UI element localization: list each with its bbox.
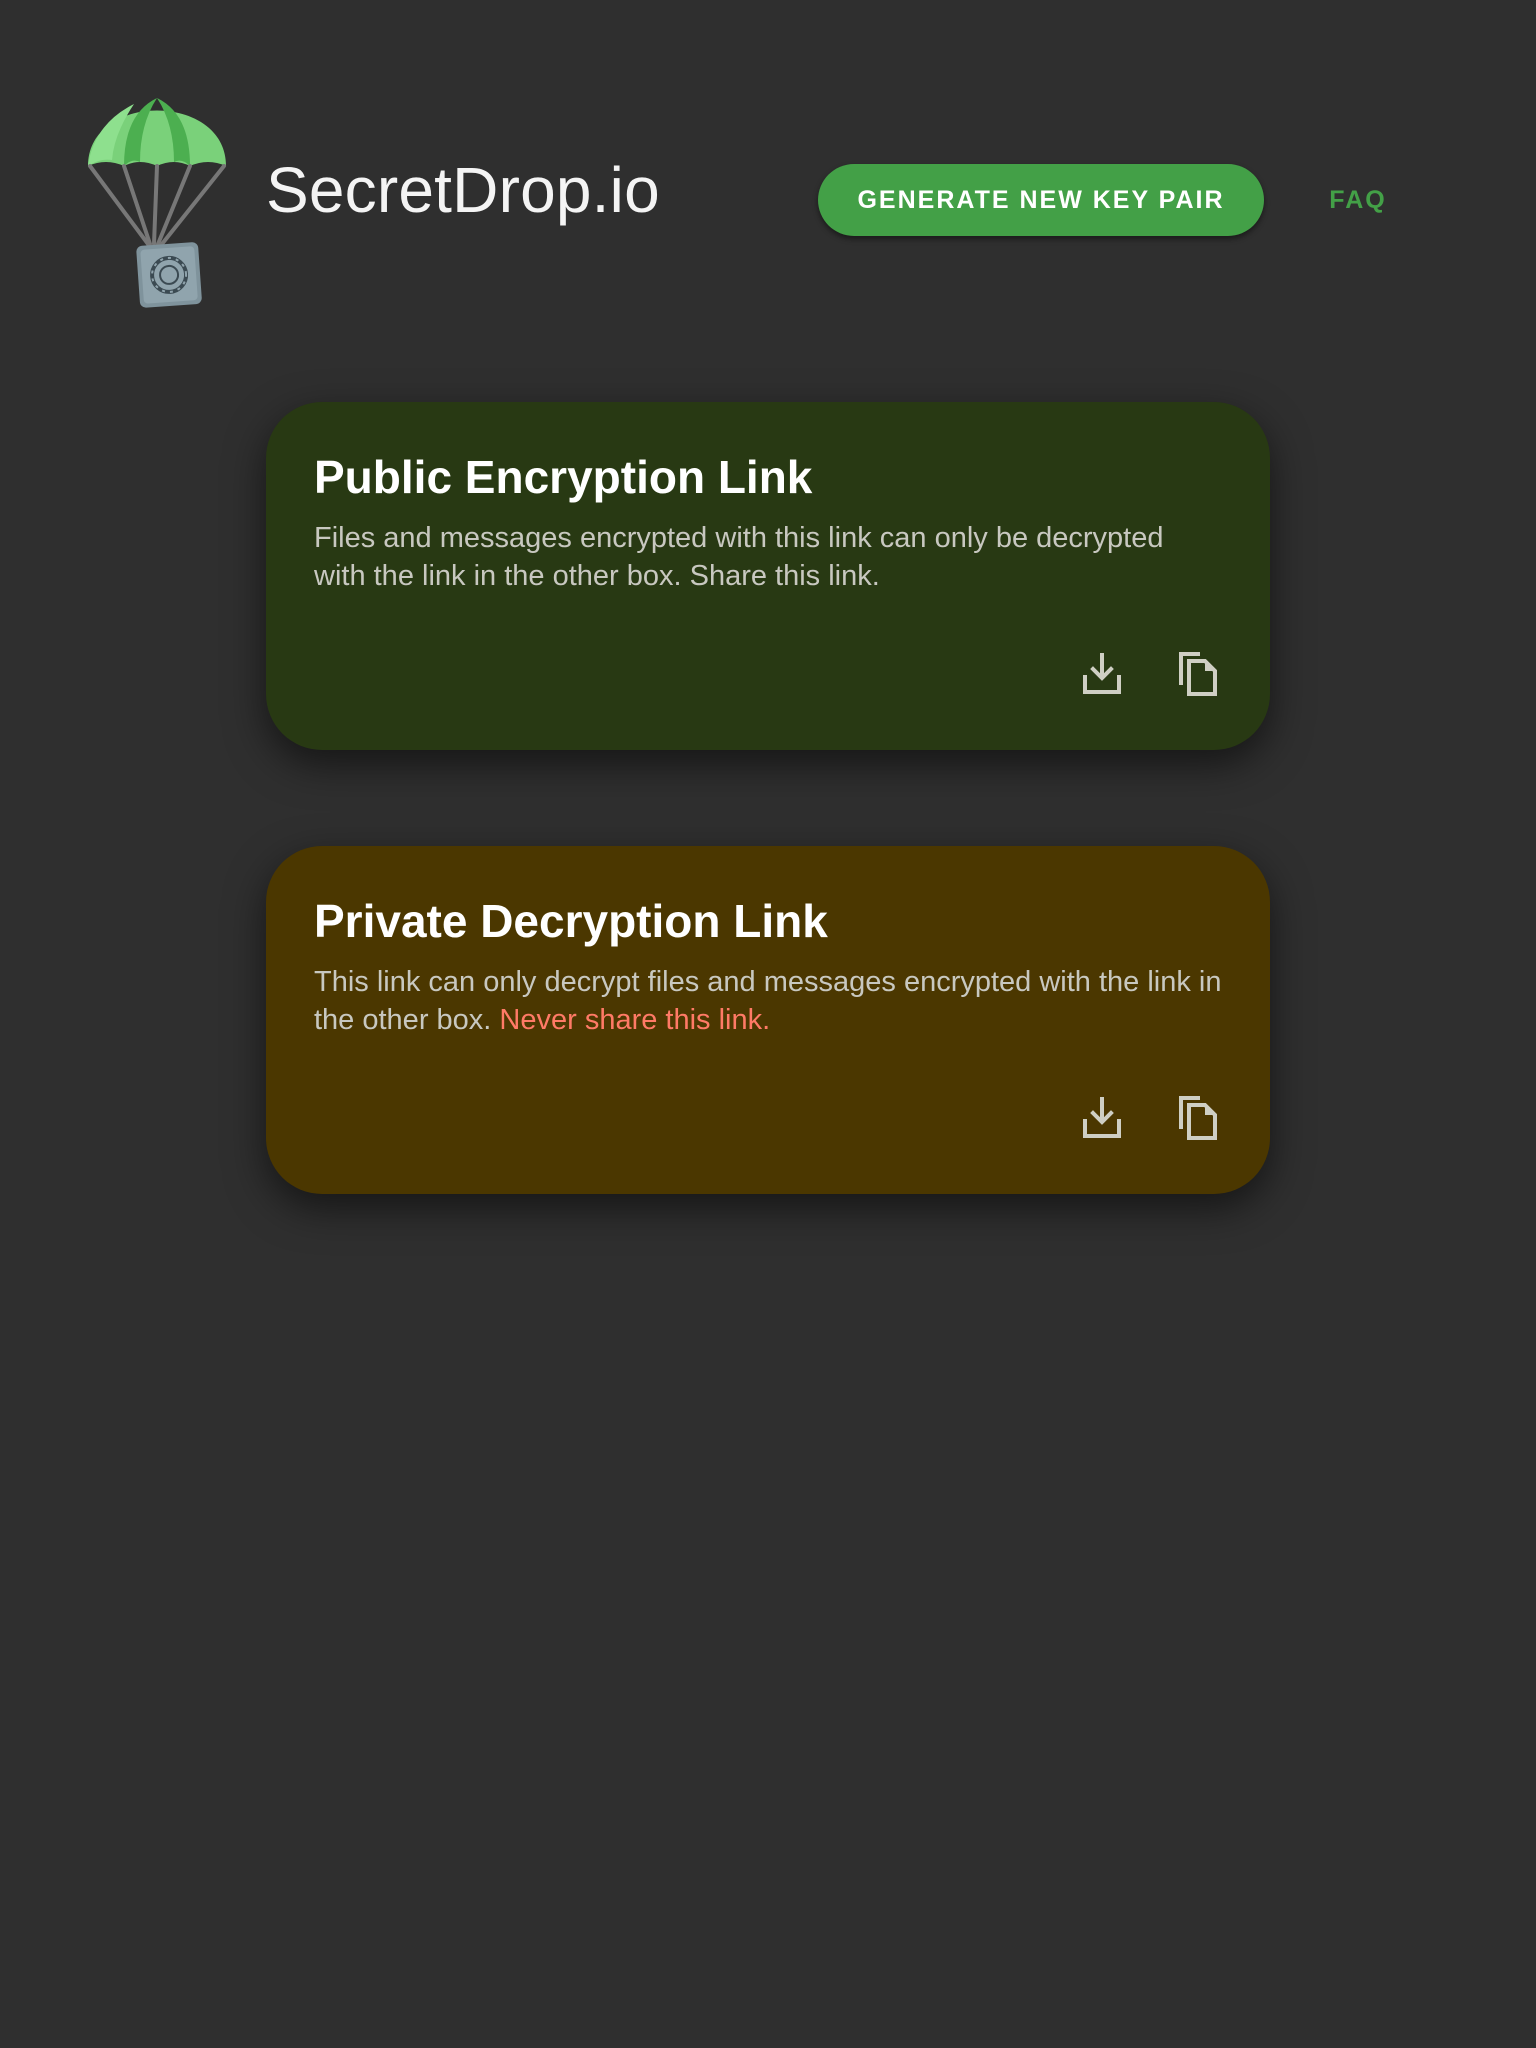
- public-encryption-card: Public Encryption Link Files and message…: [266, 402, 1270, 750]
- site-title: SecretDrop.io: [266, 154, 660, 226]
- public-card-actions: [1078, 650, 1222, 698]
- download-icon[interactable]: [1078, 1094, 1126, 1142]
- download-icon[interactable]: [1078, 650, 1126, 698]
- public-card-title: Public Encryption Link: [314, 451, 813, 503]
- faq-link[interactable]: FAQ: [1318, 180, 1398, 220]
- private-card-description: This link can only decrypt files and mes…: [314, 963, 1222, 1039]
- private-card-warning: Never share this link.: [499, 1003, 771, 1036]
- parachute-safe-icon: [84, 94, 230, 310]
- private-card-title: Private Decryption Link: [314, 895, 828, 947]
- generate-key-pair-button[interactable]: GENERATE NEW KEY PAIR: [818, 164, 1264, 236]
- copy-icon[interactable]: [1174, 650, 1222, 698]
- private-decryption-card: Private Decryption Link This link can on…: [266, 846, 1270, 1194]
- private-card-actions: [1078, 1094, 1222, 1142]
- public-card-description: Files and messages encrypted with this l…: [314, 521, 1164, 592]
- copy-icon[interactable]: [1174, 1094, 1222, 1142]
